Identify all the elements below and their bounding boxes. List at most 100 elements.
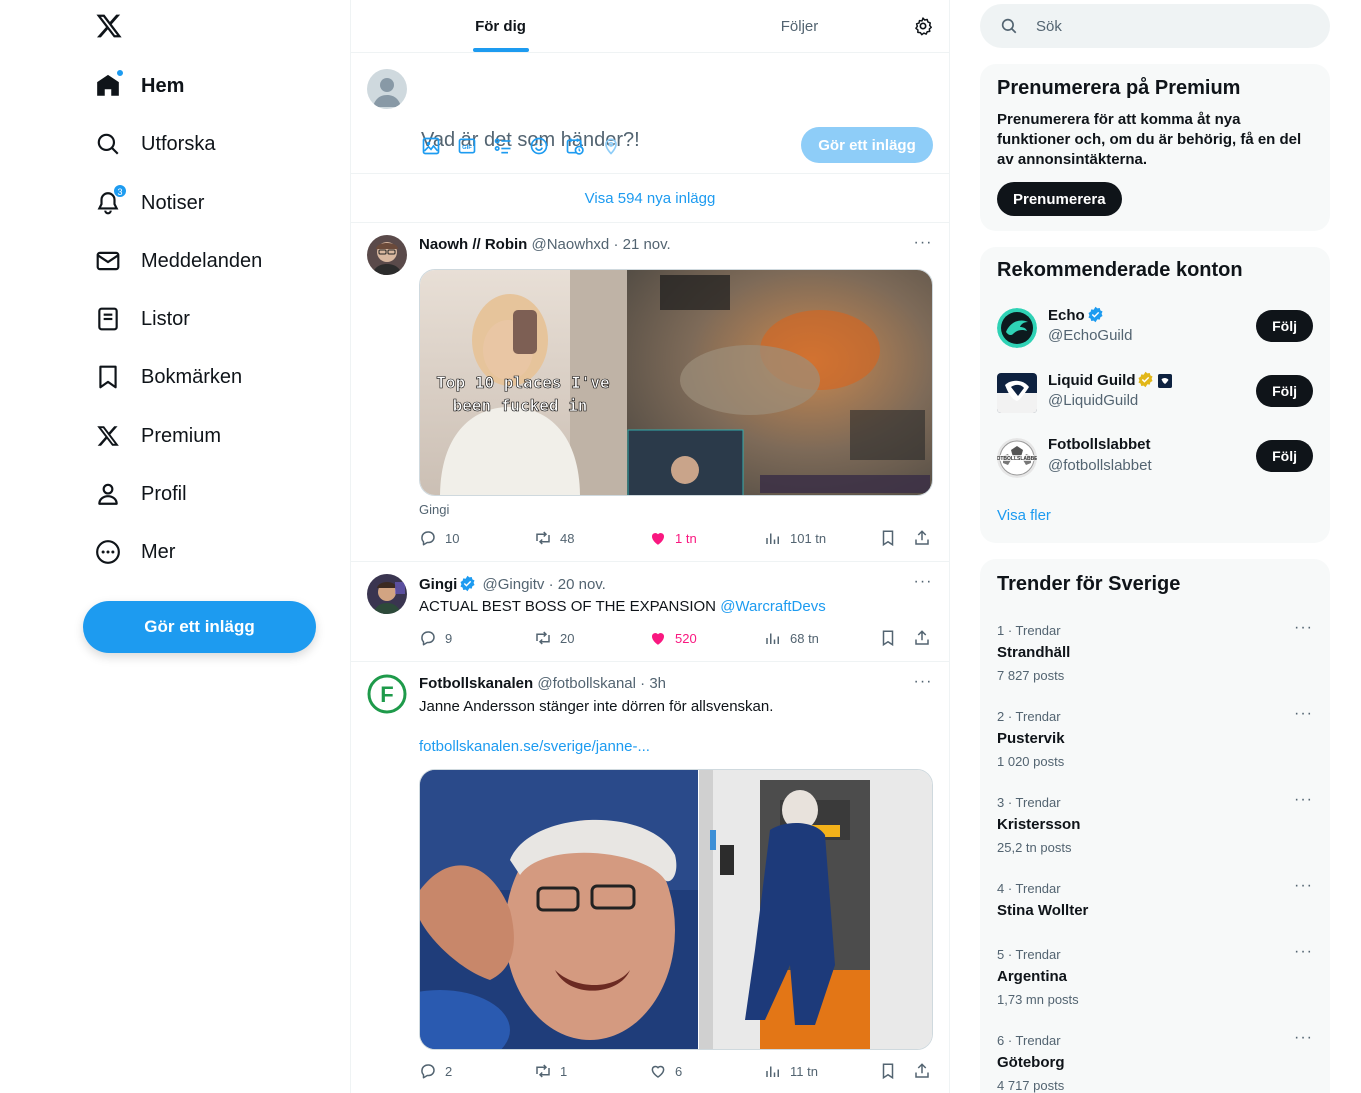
bookmark-button[interactable] [879, 1062, 905, 1080]
gear-icon[interactable] [913, 16, 933, 36]
tweet-media[interactable]: Top 10 places I've been fucked in [419, 269, 933, 496]
recommended-account[interactable]: Liquid Guild @LiquidGuild Följ [997, 371, 1313, 415]
nav-item-premium[interactable]: Premium [95, 416, 221, 456]
share-button[interactable] [913, 529, 939, 547]
author-name[interactable]: Fotbollskanalen [419, 675, 533, 692]
reply-button[interactable]: 2 [419, 1062, 452, 1080]
recommended-account[interactable]: Echo @EchoGuild Följ [997, 306, 1313, 350]
follow-button[interactable]: Följ [1256, 310, 1313, 342]
views-button[interactable]: 101 tn [764, 529, 826, 547]
avatar[interactable] [997, 373, 1037, 413]
avatar[interactable]: F [367, 674, 407, 714]
tab-for-you[interactable]: För dig [351, 0, 650, 52]
tweet-time[interactable]: · 3h [640, 675, 666, 692]
tweet-time[interactable]: · 21 nov. [613, 236, 670, 253]
trend-meta: 6 · Trendar [997, 1033, 1061, 1048]
more-icon[interactable]: ··· [913, 674, 933, 696]
bookmark-icon [882, 530, 894, 547]
post-button[interactable]: Gör ett inlägg [83, 601, 316, 653]
more-icon[interactable]: ··· [913, 574, 933, 596]
avatar[interactable] [367, 574, 407, 614]
nav-item-profile[interactable]: Profil [95, 474, 187, 514]
nav-item-lists[interactable]: Listor [95, 299, 190, 339]
like-button[interactable]: 1 tn [649, 529, 697, 547]
nav-item-bookmarks[interactable]: Bokmärken [95, 357, 242, 397]
views-button[interactable]: 11 tn [764, 1062, 818, 1080]
location-icon[interactable] [601, 136, 621, 156]
bookmark-button[interactable] [879, 629, 905, 647]
like-button[interactable]: 6 [649, 1062, 682, 1080]
trend-item[interactable]: 4 · Trendar Stina Wollter ··· [997, 877, 1313, 919]
trend-item[interactable]: 3 · Trendar Kristersson 25,2 tn posts ··… [997, 791, 1313, 855]
show-new-posts[interactable]: Visa 594 nya inlägg [351, 174, 949, 223]
composer-post-button[interactable]: Gör ett inlägg [801, 127, 933, 163]
tweet-time[interactable]: · 20 nov. [549, 576, 606, 593]
avatar[interactable] [367, 235, 407, 275]
poll-icon[interactable] [493, 136, 513, 156]
tweet-media[interactable] [419, 769, 933, 1050]
subscribe-button[interactable]: Prenumerera [997, 182, 1122, 216]
share-button[interactable] [913, 629, 939, 647]
follow-button[interactable]: Följ [1256, 375, 1313, 407]
trend-item[interactable]: 2 · Trendar Pustervik 1 020 posts ··· [997, 705, 1313, 769]
x-logo-icon[interactable] [95, 12, 123, 40]
trend-count: 1,73 mn posts [997, 992, 1079, 1007]
affiliate-badge-icon [1158, 374, 1173, 388]
avatar[interactable]: FOTBOLLSLABBET [997, 438, 1037, 478]
retweet-button[interactable]: 1 [534, 1062, 567, 1080]
author-handle[interactable]: @Gingitv [483, 576, 545, 593]
emoji-icon[interactable] [529, 136, 549, 156]
nav-label: Notiser [141, 191, 205, 214]
avatar[interactable] [997, 308, 1037, 348]
nav-item-notifications[interactable]: 3 Notiser [95, 183, 204, 223]
nav-item-home[interactable]: Hem [95, 66, 184, 106]
timeline: För dig Följer Vad är det som händer?! G… [350, 0, 950, 1093]
more-icon[interactable]: ··· [1294, 619, 1313, 637]
tweet-link[interactable]: fotbollskanalen.se/sverige/janne-... [419, 738, 650, 755]
retweet-button[interactable]: 20 [534, 629, 574, 647]
more-icon[interactable]: ··· [1294, 943, 1313, 961]
mention-link[interactable]: @WarcraftDevs [720, 598, 826, 615]
search-box[interactable] [980, 4, 1330, 48]
retweet-button[interactable]: 48 [534, 529, 574, 547]
tab-following[interactable]: Följer [650, 0, 949, 52]
retweet-count: 20 [560, 630, 575, 646]
nav-item-explore[interactable]: Utforska [95, 124, 215, 164]
more-icon[interactable]: ··· [913, 235, 933, 257]
reply-button[interactable]: 9 [419, 629, 452, 647]
recommended-account[interactable]: FOTBOLLSLABBET Fotbollslabbet @fotbollsl… [997, 436, 1313, 480]
follow-button[interactable]: Följ [1256, 440, 1313, 472]
nav-label: Profil [141, 482, 187, 505]
author-name[interactable]: Naowh // Robin [419, 236, 527, 253]
show-more-link[interactable]: Visa fler [997, 507, 1051, 524]
like-button[interactable]: 520 [649, 629, 697, 647]
trend-item[interactable]: 5 · Trendar Argentina 1,73 mn posts ··· [997, 943, 1313, 1007]
more-icon[interactable]: ··· [1294, 877, 1313, 895]
premium-card: Prenumerera på Premium Prenumerera för a… [980, 64, 1330, 231]
nav-item-more[interactable]: Mer [95, 532, 175, 572]
views-button[interactable]: 68 tn [764, 629, 819, 647]
trend-item[interactable]: 1 · Trendar Strandhäll 7 827 posts ··· [997, 619, 1313, 683]
more-icon[interactable]: ··· [1294, 791, 1313, 809]
schedule-icon[interactable] [565, 136, 585, 156]
share-icon [915, 1063, 929, 1078]
account-name: Echo [1048, 307, 1085, 324]
author-handle[interactable]: @fotbollskanal [537, 675, 636, 692]
tweet[interactable]: Gingi @Gingitv · 20 nov. ··· ACTUAL BEST… [351, 562, 949, 662]
more-icon[interactable]: ··· [1294, 1029, 1313, 1047]
more-icon[interactable]: ··· [1294, 705, 1313, 723]
tweet[interactable]: Naowh // Robin @Naowhxd · 21 nov. ··· To… [351, 223, 949, 562]
share-button[interactable] [913, 1062, 939, 1080]
gif-icon[interactable]: GIF [457, 136, 477, 156]
avatar[interactable] [367, 69, 407, 109]
search-input[interactable] [1036, 17, 1306, 35]
tweet[interactable]: F Fotbollskanalen @fotbollskanal · 3h ··… [351, 662, 949, 1093]
reply-button[interactable]: 10 [419, 529, 459, 547]
author-name[interactable]: Gingi [419, 576, 457, 593]
author-handle[interactable]: @Naowhxd [532, 236, 610, 253]
nav-label: Meddelanden [141, 249, 263, 272]
trend-item[interactable]: 6 · Trendar Göteborg 4 717 posts ··· [997, 1029, 1313, 1093]
image-icon[interactable] [421, 136, 441, 156]
nav-item-messages[interactable]: Meddelanden [95, 241, 262, 281]
bookmark-button[interactable] [879, 529, 905, 547]
